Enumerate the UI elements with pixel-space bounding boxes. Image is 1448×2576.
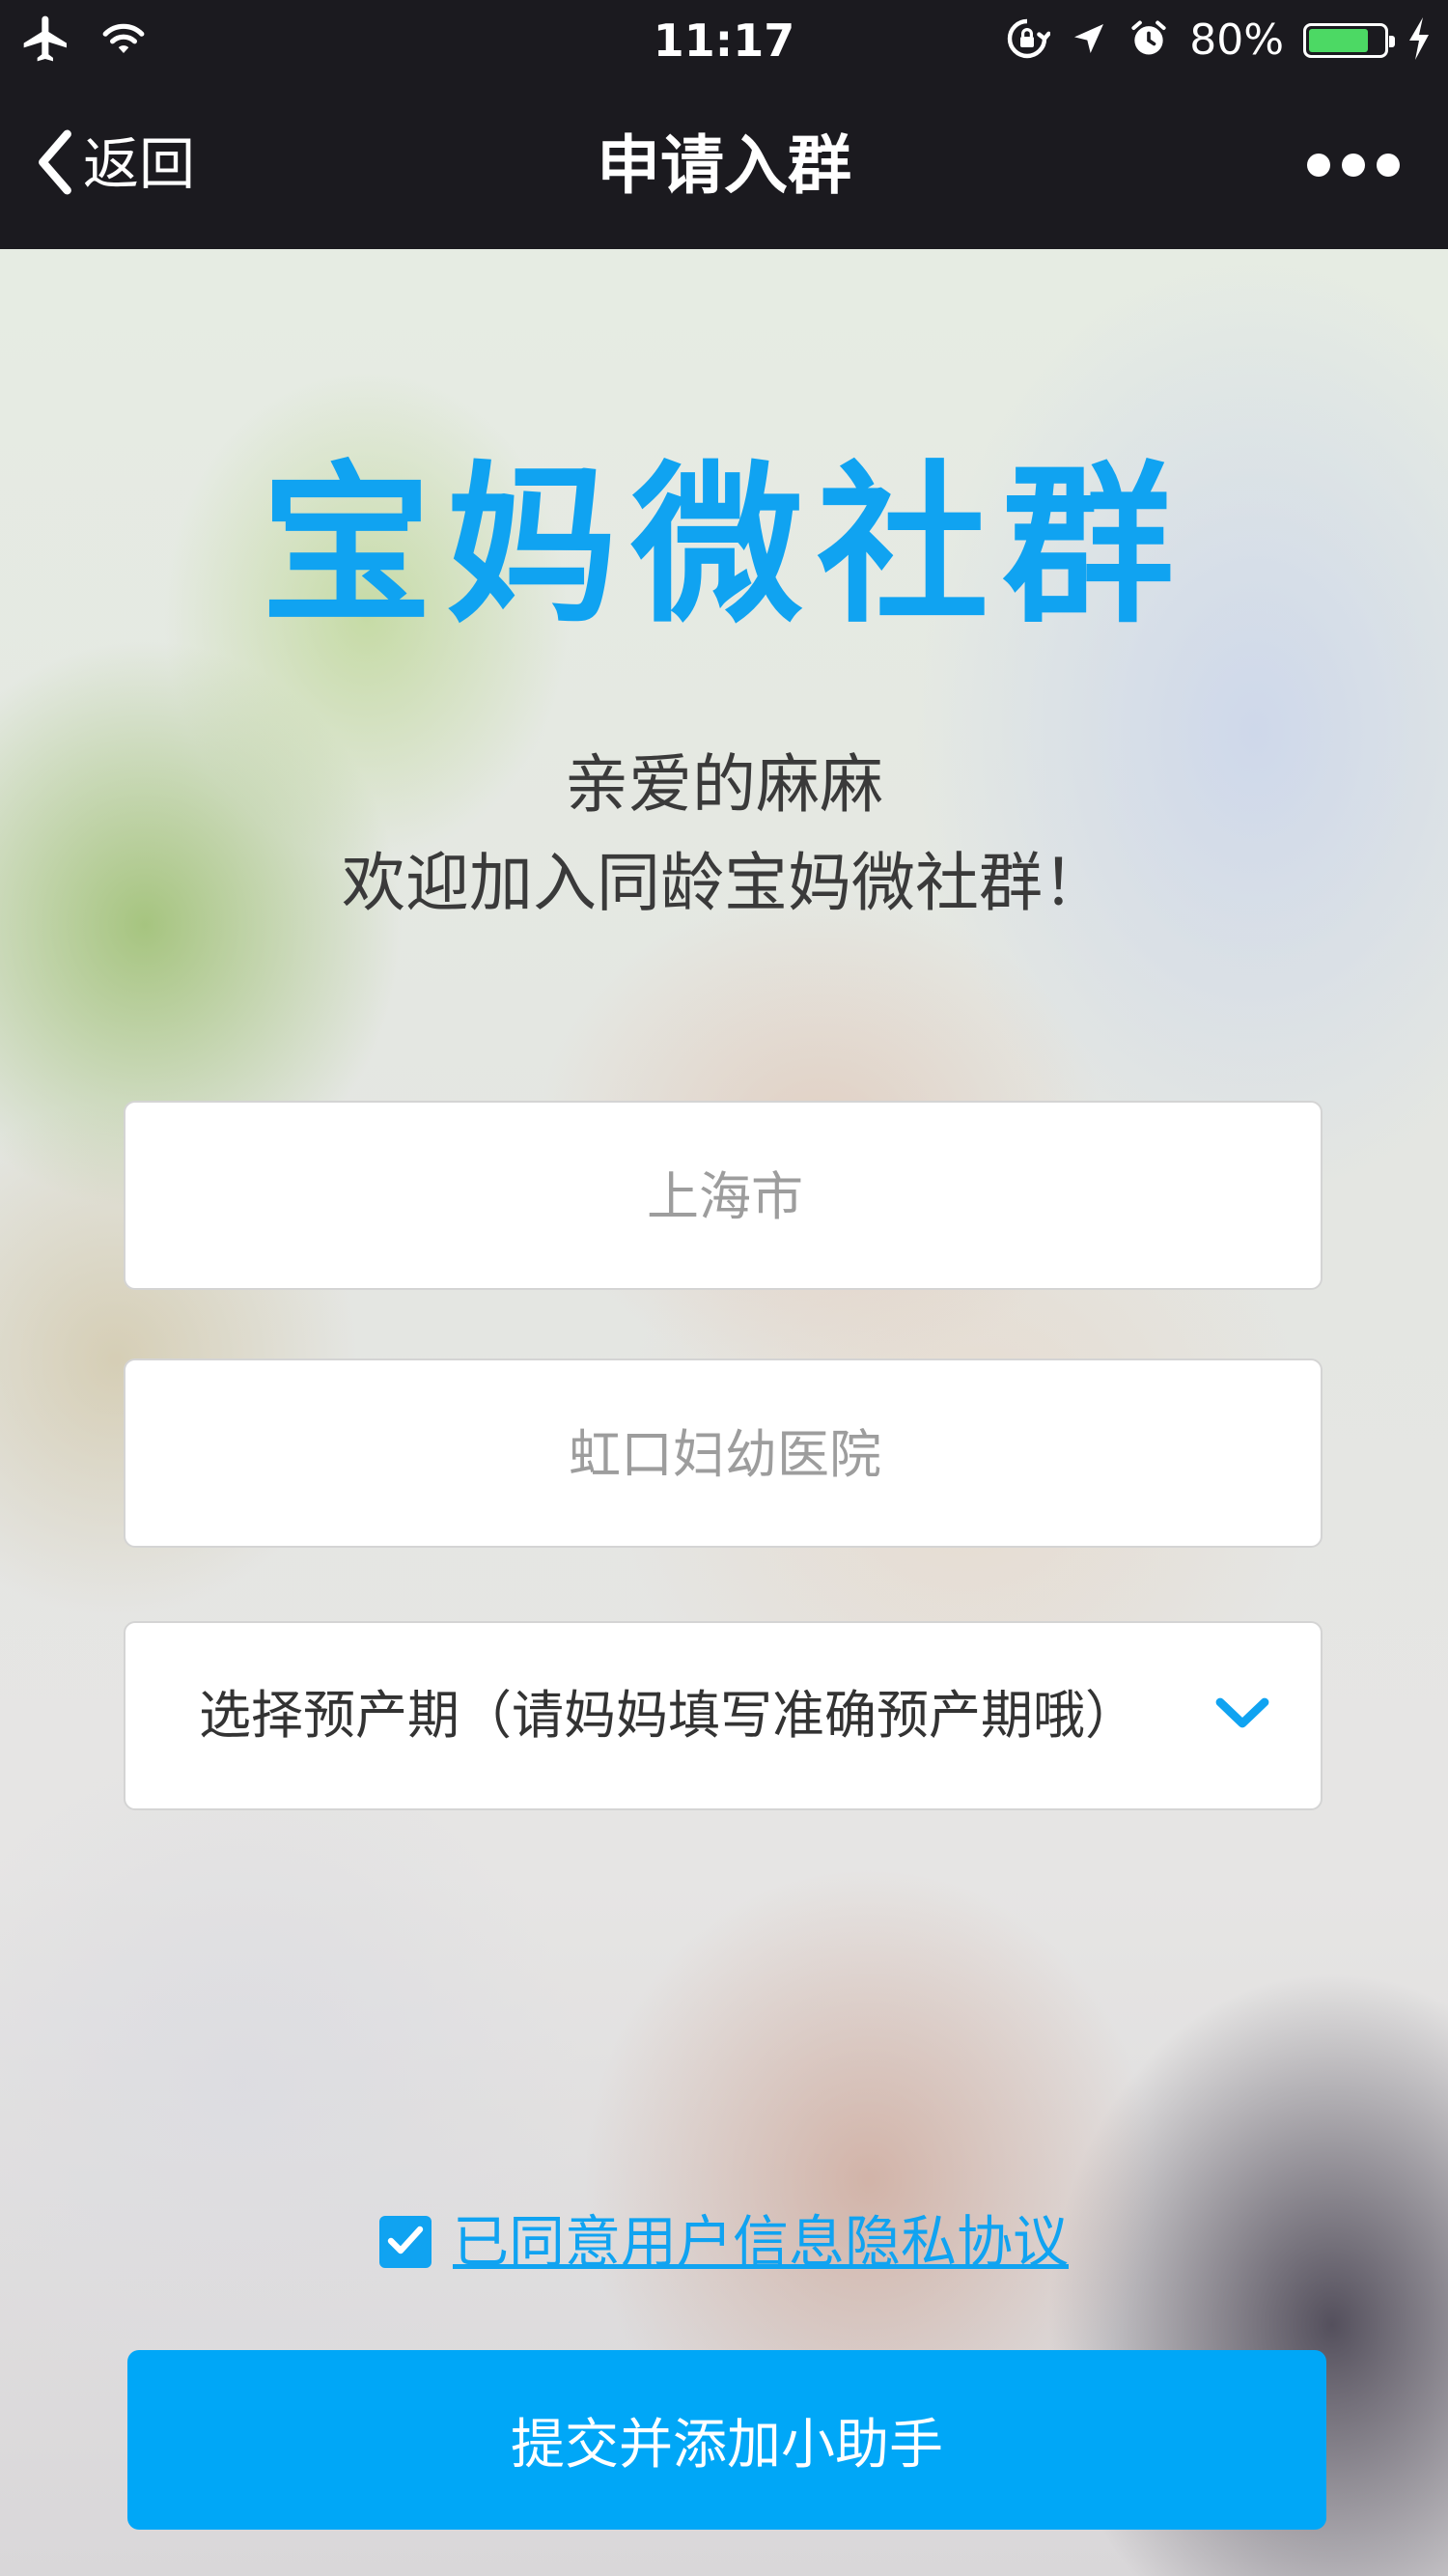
battery-percent: 80% — [1189, 15, 1284, 65]
status-right-group: 80% — [1004, 10, 1431, 71]
due-date-select[interactable]: 选择预产期（请妈妈填写准确预产期哦） — [124, 1621, 1323, 1810]
status-bar: 11:17 80% — [0, 0, 1448, 81]
battery-level-fill — [1309, 29, 1368, 52]
brand-title: 宝妈微社群 — [261, 446, 1187, 646]
submit-button[interactable]: 提交并添加小助手 — [127, 2350, 1326, 2530]
hospital-field-container — [124, 1358, 1324, 1548]
welcome-greeting: 亲爱的麻麻 — [565, 747, 883, 822]
main-content: 宝妈微社群 亲爱的麻麻 欢迎加入同龄宝妈微社群！ 选择预产期（请妈妈填写准确预产… — [0, 249, 1448, 2576]
location-arrow-icon — [1070, 19, 1108, 62]
alarm-icon — [1128, 17, 1170, 64]
checkmark-icon — [387, 2226, 424, 2258]
page-title: 申请入群 — [597, 128, 851, 203]
more-dot — [1307, 154, 1330, 177]
welcome-message: 欢迎加入同龄宝妈微社群！ — [342, 846, 1106, 920]
agreement-checkbox[interactable] — [378, 2216, 432, 2268]
more-dots-icon[interactable] — [1307, 149, 1400, 182]
battery-icon — [1303, 23, 1395, 58]
hospital-input[interactable] — [125, 1360, 1324, 1548]
city-field-container — [124, 1101, 1324, 1290]
agreement-row: 已同意用户信息隐私协议 — [0, 2203, 1448, 2281]
rotation-lock-icon — [1004, 15, 1051, 66]
more-dot — [1342, 154, 1365, 177]
city-input[interactable] — [125, 1103, 1324, 1290]
chevron-down-icon — [1214, 1694, 1270, 1733]
privacy-agreement-link[interactable]: 已同意用户信息隐私协议 — [453, 2203, 1069, 2281]
navigation-bar: 返回 申请入群 — [0, 81, 1448, 249]
charging-bolt-icon — [1407, 17, 1431, 64]
due-date-select-label: 选择预产期（请妈妈填写准确预产期哦） — [199, 1685, 1137, 1746]
more-dot — [1377, 154, 1400, 177]
